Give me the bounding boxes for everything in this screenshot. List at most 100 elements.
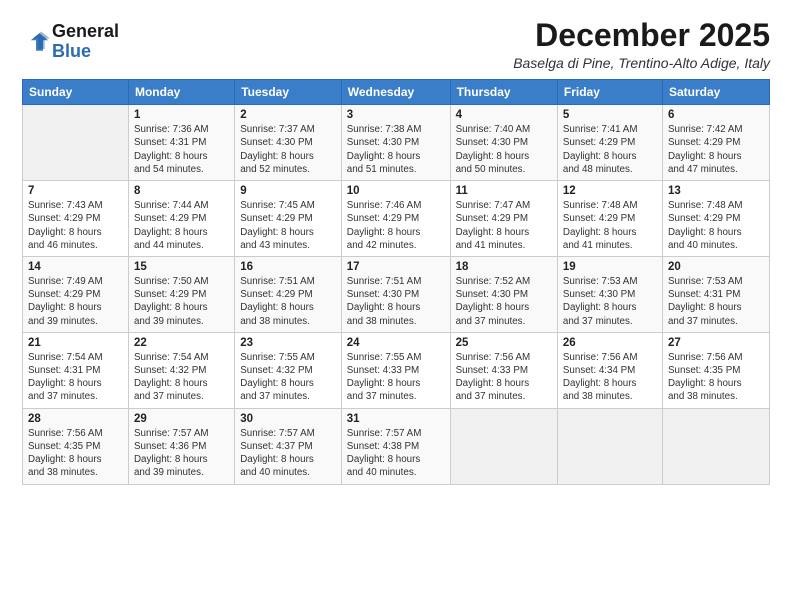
day-info: Sunrise: 7:56 AMSunset: 4:35 PMDaylight:… [668, 351, 764, 404]
calendar-header-row: Sunday Monday Tuesday Wednesday Thursday… [23, 80, 770, 105]
day-info: Sunrise: 7:57 AMSunset: 4:37 PMDaylight:… [240, 427, 336, 480]
day-number: 1 [134, 109, 229, 121]
calendar-cell: 8 Sunrise: 7:44 AMSunset: 4:29 PMDaylight… [128, 181, 234, 257]
day-number: 24 [347, 337, 445, 349]
month-title: December 2025 [513, 18, 770, 53]
day-number: 20 [668, 261, 764, 273]
day-number: 29 [134, 413, 229, 425]
calendar-cell: 23 Sunrise: 7:55 AMSunset: 4:32 PMDayligh… [235, 332, 342, 408]
day-number: 13 [668, 185, 764, 197]
calendar-cell: 22 Sunrise: 7:54 AMSunset: 4:32 PMDayligh… [128, 332, 234, 408]
calendar-cell: 2 Sunrise: 7:37 AMSunset: 4:30 PMDaylight… [235, 105, 342, 181]
day-info: Sunrise: 7:56 AMSunset: 4:33 PMDaylight:… [456, 351, 552, 404]
calendar-week-1: 1 Sunrise: 7:36 AMSunset: 4:31 PMDaylight… [23, 105, 770, 181]
calendar-week-5: 28Sunrise: 7:56 AMSunset: 4:35 PMDayligh… [23, 408, 770, 484]
calendar-cell [450, 408, 557, 484]
day-info: Sunrise: 7:43 AMSunset: 4:29 PMDaylight:… [28, 199, 123, 252]
day-info: Sunrise: 7:57 AMSunset: 4:38 PMDaylight:… [347, 427, 445, 480]
calendar-cell: 14Sunrise: 7:49 AMSunset: 4:29 PMDayligh… [23, 256, 129, 332]
day-info: Sunrise: 7:44 AMSunset: 4:29 PMDaylight:… [134, 199, 229, 252]
calendar-week-3: 14Sunrise: 7:49 AMSunset: 4:29 PMDayligh… [23, 256, 770, 332]
calendar-cell: 25 Sunrise: 7:56 AMSunset: 4:33 PMDayligh… [450, 332, 557, 408]
calendar-cell: 28Sunrise: 7:56 AMSunset: 4:35 PMDayligh… [23, 408, 129, 484]
calendar-cell: 7 Sunrise: 7:43 AMSunset: 4:29 PMDaylight… [23, 181, 129, 257]
day-number: 23 [240, 337, 336, 349]
day-info: Sunrise: 7:37 AMSunset: 4:30 PMDaylight:… [240, 123, 336, 176]
day-number: 17 [347, 261, 445, 273]
header: General Blue December 2025 Baselga di Pi… [22, 18, 770, 71]
day-number: 14 [28, 261, 123, 273]
calendar-cell: 3 Sunrise: 7:38 AMSunset: 4:30 PMDaylight… [341, 105, 450, 181]
day-number: 26 [563, 337, 657, 349]
day-number: 11 [456, 185, 552, 197]
header-thursday: Thursday [450, 80, 557, 105]
calendar-cell: 27Sunrise: 7:56 AMSunset: 4:35 PMDayligh… [662, 332, 769, 408]
day-number: 3 [347, 109, 445, 121]
day-number: 22 [134, 337, 229, 349]
calendar-cell: 18Sunrise: 7:52 AMSunset: 4:30 PMDayligh… [450, 256, 557, 332]
calendar-cell: 20 Sunrise: 7:53 AMSunset: 4:31 PMDayligh… [662, 256, 769, 332]
calendar-cell: 1 Sunrise: 7:36 AMSunset: 4:31 PMDaylight… [128, 105, 234, 181]
day-number: 19 [563, 261, 657, 273]
logo-line2: Blue [52, 41, 91, 61]
day-info: Sunrise: 7:51 AMSunset: 4:30 PMDaylight:… [347, 275, 445, 328]
calendar-cell [557, 408, 662, 484]
day-info: Sunrise: 7:41 AMSunset: 4:29 PMDaylight:… [563, 123, 657, 176]
day-number: 30 [240, 413, 336, 425]
day-number: 16 [240, 261, 336, 273]
calendar-cell: 17 Sunrise: 7:51 AMSunset: 4:30 PMDayligh… [341, 256, 450, 332]
day-number: 21 [28, 337, 123, 349]
day-info: Sunrise: 7:56 AMSunset: 4:34 PMDaylight:… [563, 351, 657, 404]
day-number: 6 [668, 109, 764, 121]
calendar-cell: 9Sunrise: 7:45 AMSunset: 4:29 PMDaylight… [235, 181, 342, 257]
day-number: 31 [347, 413, 445, 425]
day-info: Sunrise: 7:42 AMSunset: 4:29 PMDaylight:… [668, 123, 764, 176]
day-number: 15 [134, 261, 229, 273]
calendar: Sunday Monday Tuesday Wednesday Thursday… [22, 79, 770, 484]
day-info: Sunrise: 7:40 AMSunset: 4:30 PMDaylight:… [456, 123, 552, 176]
day-info: Sunrise: 7:45 AMSunset: 4:29 PMDaylight:… [240, 199, 336, 252]
day-number: 4 [456, 109, 552, 121]
calendar-cell: 30 Sunrise: 7:57 AMSunset: 4:37 PMDayligh… [235, 408, 342, 484]
day-info: Sunrise: 7:50 AMSunset: 4:29 PMDaylight:… [134, 275, 229, 328]
calendar-cell: 10Sunrise: 7:46 AMSunset: 4:29 PMDayligh… [341, 181, 450, 257]
calendar-cell: 13 Sunrise: 7:48 AMSunset: 4:29 PMDayligh… [662, 181, 769, 257]
day-number: 5 [563, 109, 657, 121]
day-number: 25 [456, 337, 552, 349]
header-monday: Monday [128, 80, 234, 105]
header-tuesday: Tuesday [235, 80, 342, 105]
day-info: Sunrise: 7:55 AMSunset: 4:32 PMDaylight:… [240, 351, 336, 404]
logo-icon [22, 28, 50, 56]
calendar-cell: 29 Sunrise: 7:57 AMSunset: 4:36 PMDayligh… [128, 408, 234, 484]
day-info: Sunrise: 7:53 AMSunset: 4:31 PMDaylight:… [668, 275, 764, 328]
logo-line1: General [52, 21, 119, 41]
day-info: Sunrise: 7:56 AMSunset: 4:35 PMDaylight:… [28, 427, 123, 480]
calendar-cell: 21 Sunrise: 7:54 AMSunset: 4:31 PMDayligh… [23, 332, 129, 408]
day-info: Sunrise: 7:54 AMSunset: 4:31 PMDaylight:… [28, 351, 123, 404]
day-info: Sunrise: 7:38 AMSunset: 4:30 PMDaylight:… [347, 123, 445, 176]
day-info: Sunrise: 7:54 AMSunset: 4:32 PMDaylight:… [134, 351, 229, 404]
day-info: Sunrise: 7:46 AMSunset: 4:29 PMDaylight:… [347, 199, 445, 252]
header-friday: Friday [557, 80, 662, 105]
calendar-week-4: 21 Sunrise: 7:54 AMSunset: 4:31 PMDayligh… [23, 332, 770, 408]
calendar-cell: 16 Sunrise: 7:51 AMSunset: 4:29 PMDayligh… [235, 256, 342, 332]
day-info: Sunrise: 7:36 AMSunset: 4:31 PMDaylight:… [134, 123, 229, 176]
logo-text: General Blue [52, 22, 119, 62]
day-info: Sunrise: 7:57 AMSunset: 4:36 PMDaylight:… [134, 427, 229, 480]
day-info: Sunrise: 7:48 AMSunset: 4:29 PMDaylight:… [563, 199, 657, 252]
day-number: 2 [240, 109, 336, 121]
calendar-cell: 24Sunrise: 7:55 AMSunset: 4:33 PMDayligh… [341, 332, 450, 408]
calendar-cell: 19Sunrise: 7:53 AMSunset: 4:30 PMDayligh… [557, 256, 662, 332]
page: General Blue December 2025 Baselga di Pi… [0, 0, 792, 612]
day-number: 7 [28, 185, 123, 197]
day-number: 18 [456, 261, 552, 273]
header-saturday: Saturday [662, 80, 769, 105]
calendar-cell [662, 408, 769, 484]
calendar-cell: 12Sunrise: 7:48 AMSunset: 4:29 PMDayligh… [557, 181, 662, 257]
day-number: 8 [134, 185, 229, 197]
day-info: Sunrise: 7:48 AMSunset: 4:29 PMDaylight:… [668, 199, 764, 252]
calendar-cell: 11Sunrise: 7:47 AMSunset: 4:29 PMDayligh… [450, 181, 557, 257]
calendar-cell: 5 Sunrise: 7:41 AMSunset: 4:29 PMDaylight… [557, 105, 662, 181]
calendar-cell: 6 Sunrise: 7:42 AMSunset: 4:29 PMDaylight… [662, 105, 769, 181]
day-info: Sunrise: 7:51 AMSunset: 4:29 PMDaylight:… [240, 275, 336, 328]
